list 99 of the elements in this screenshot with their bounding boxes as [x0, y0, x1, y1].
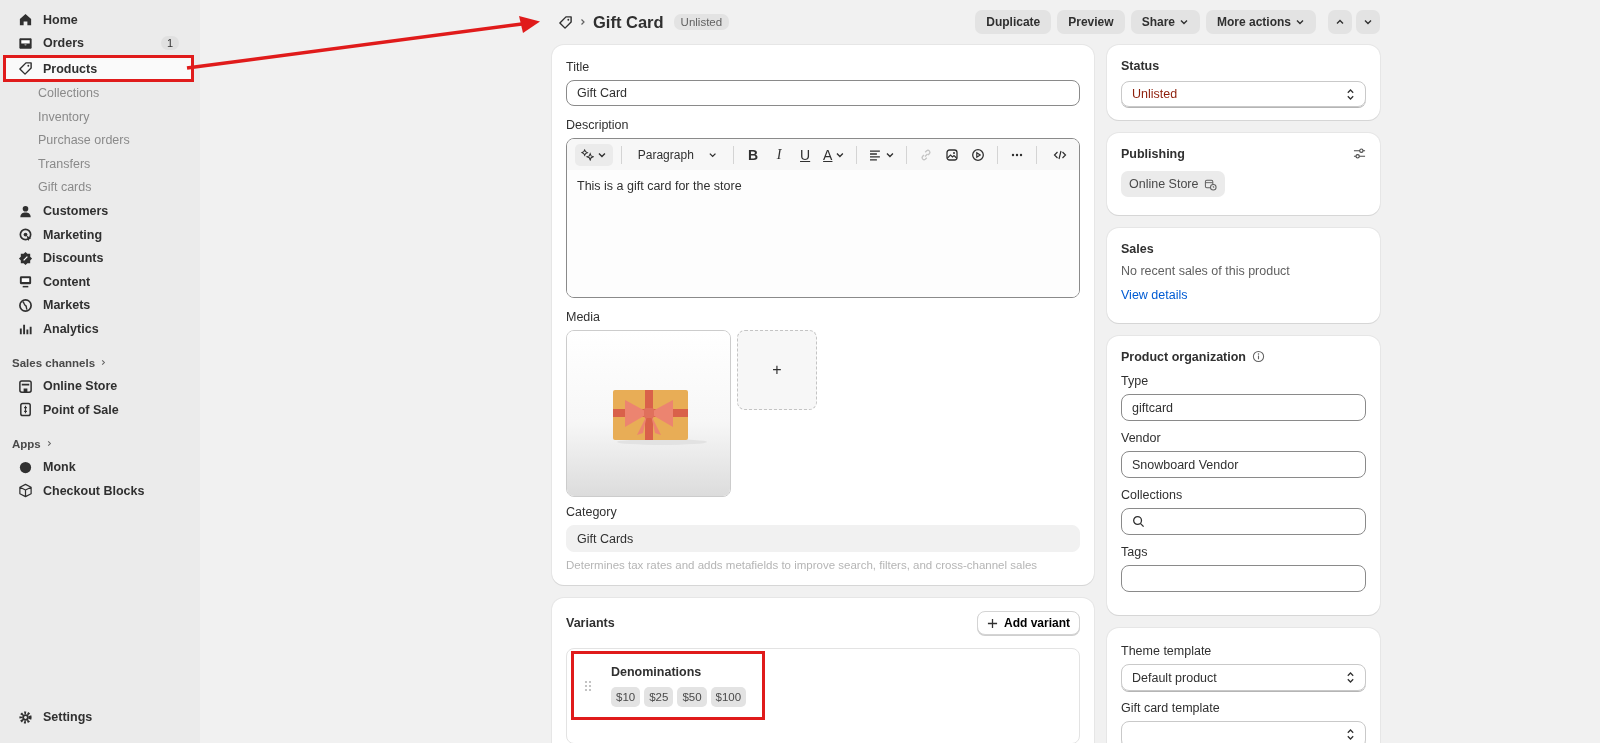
chevron-icon [579, 18, 587, 26]
previous-button[interactable] [1328, 10, 1352, 34]
sidebar-item[interactable]: Checkout Blocks [3, 479, 194, 503]
badge-icon [18, 250, 33, 266]
add-media-button[interactable]: + [737, 330, 817, 410]
sidebar-item[interactable]: Marketing [3, 223, 194, 247]
card-title: Sales [1121, 242, 1155, 256]
chevron-up-icon [1335, 17, 1345, 27]
text-field[interactable]: giftcard [1121, 394, 1366, 421]
option-value: $100 [710, 686, 747, 707]
select-arrows-icon [1346, 87, 1355, 101]
field-label: Type [1121, 374, 1150, 388]
field-label: Title [566, 60, 591, 74]
field-label: Category [566, 505, 618, 519]
tag-icon [558, 14, 573, 30]
cube-icon [18, 483, 33, 499]
field-label: Vendor [1121, 431, 1162, 445]
chevron-icon[interactable] [100, 359, 108, 366]
action-button[interactable]: Share [1130, 10, 1200, 34]
template-select[interactable]: Default product [1121, 664, 1366, 691]
option-name: Denominations [611, 664, 703, 679]
sidebar-item[interactable]: Monk [3, 455, 194, 479]
monitor-icon [18, 274, 33, 290]
card-title: Publishing [1121, 147, 1185, 161]
chevron-icon[interactable] [45, 440, 53, 447]
plus-icon [987, 617, 998, 629]
field-label: Gift card template [1121, 701, 1221, 715]
text-field[interactable]: Snowboard Vendor [1121, 451, 1366, 478]
format-dropdown[interactable]: Paragraph [629, 143, 726, 166]
home-icon [18, 12, 33, 28]
title-field[interactable]: Gift Card [566, 80, 1080, 106]
play-icon [971, 147, 985, 162]
sales-text: No recent sales of this product [1121, 264, 1291, 278]
description-editor[interactable]: Paragraph B I U A This is a gift card for the store [566, 138, 1080, 298]
section-heading[interactable]: Apps [12, 437, 41, 450]
chevron-down-icon [1363, 17, 1373, 27]
sidebar-item[interactable]: Customers [3, 199, 194, 223]
target-icon [18, 227, 33, 243]
option-value: $25 [644, 686, 674, 707]
select-arrows-icon [1346, 728, 1355, 741]
help-text: Determines tax rates and adds metafields to improve search, filters, and cross-channel sales [566, 559, 1039, 571]
sidebar-item[interactable]: Analytics [3, 317, 194, 341]
view-details-link[interactable]: View details [1121, 288, 1188, 302]
underline-button[interactable]: U [794, 143, 817, 166]
italic-button[interactable]: I [768, 143, 791, 166]
count-badge: 1 [160, 36, 179, 51]
next-button[interactable] [1356, 10, 1380, 34]
circle-icon [18, 459, 33, 475]
field-label: Theme template [1121, 644, 1213, 658]
ai-button[interactable] [575, 143, 613, 166]
calendar-clock-icon [1204, 177, 1218, 191]
image-icon [945, 147, 959, 162]
action-button[interactable]: More actions [1206, 10, 1316, 34]
status-badge: Unlisted [673, 14, 730, 30]
action-button[interactable]: Duplicate [975, 10, 1052, 34]
bold-button[interactable]: B [742, 143, 765, 166]
add-variant-button[interactable]: Add variant [977, 611, 1080, 635]
field-label: Media [566, 310, 602, 324]
sidebar-item[interactable]: Products [3, 55, 194, 82]
option-value: $50 [677, 686, 707, 707]
caret-icon [1295, 17, 1305, 27]
action-button[interactable]: Preview [1057, 10, 1125, 34]
section-heading[interactable]: Sales channels [12, 356, 96, 369]
text-color-button[interactable]: A [820, 143, 849, 166]
field-label: Tags [1121, 545, 1149, 559]
align-left-icon [868, 147, 883, 162]
page-title: Gift Card [593, 12, 664, 32]
settings-icon[interactable] [1353, 147, 1366, 160]
sparkle-icon [581, 148, 594, 161]
select-arrows-icon [1346, 671, 1355, 684]
sidebar-item[interactable]: Markets [3, 293, 194, 317]
inbox-icon [18, 35, 33, 51]
search-icon [1132, 515, 1145, 528]
caret-icon [1179, 17, 1189, 27]
person-icon [18, 203, 33, 219]
info-icon[interactable] [1252, 350, 1265, 363]
option-value: $10 [611, 686, 641, 707]
card-title: Product organization [1121, 350, 1246, 364]
status-select[interactable]: Unlisted [1121, 81, 1366, 107]
search-field[interactable] [1121, 508, 1366, 535]
field-label: Description [566, 118, 630, 132]
sidebar-item[interactable]: Content [3, 270, 194, 294]
sidebar-item[interactable]: Settings [3, 705, 194, 729]
channel-chip[interactable]: Online Store [1121, 171, 1226, 197]
store-icon [18, 378, 33, 394]
sidebar-item[interactable]: Orders 1 [3, 31, 194, 55]
gear-icon [18, 709, 33, 725]
card-title: Status [1121, 59, 1161, 73]
sidebar-item[interactable]: Point of Sale [3, 398, 194, 422]
link-icon [919, 147, 933, 162]
sidebar-item[interactable]: Home [3, 8, 194, 32]
field-label: Collections [1121, 488, 1184, 502]
drag-handle-icon[interactable] [584, 679, 592, 692]
category-field[interactable]: Gift Cards [566, 525, 1080, 552]
card-title: Variants [566, 616, 615, 630]
tag-icon [18, 61, 33, 76]
sidebar-item[interactable]: Discounts [3, 246, 194, 270]
text-field[interactable] [1121, 565, 1366, 592]
sidebar-item[interactable]: Online Store [3, 374, 194, 398]
